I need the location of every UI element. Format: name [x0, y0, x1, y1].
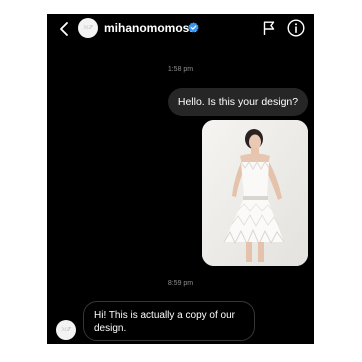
verified-badge-icon [188, 22, 199, 33]
info-icon[interactable] [287, 19, 305, 37]
incoming-message-bubble[interactable]: Hi! This is actually a copy of our desig… [83, 301, 255, 341]
back-arrow-icon[interactable] [57, 21, 71, 37]
message-timestamp: 1:58 pm [167, 66, 194, 73]
outgoing-message-bubble[interactable]: Hello. Is this your design? [168, 88, 308, 116]
dress-photo-image [202, 120, 308, 266]
dm-screen: ℳ𝒮 mihanomomosa 1:58 pm Hello. Is this y… [47, 14, 314, 344]
message-timestamp: 8:59 pm [167, 280, 194, 287]
sender-avatar[interactable]: ℳ𝒮 [56, 320, 76, 340]
flag-icon[interactable] [263, 21, 275, 35]
avatar[interactable]: ℳ𝒮 [78, 18, 98, 38]
username[interactable]: mihanomomosa [104, 21, 196, 35]
shared-dress-photo[interactable] [202, 120, 308, 266]
chat-header: ℳ𝒮 mihanomomosa [47, 14, 314, 44]
